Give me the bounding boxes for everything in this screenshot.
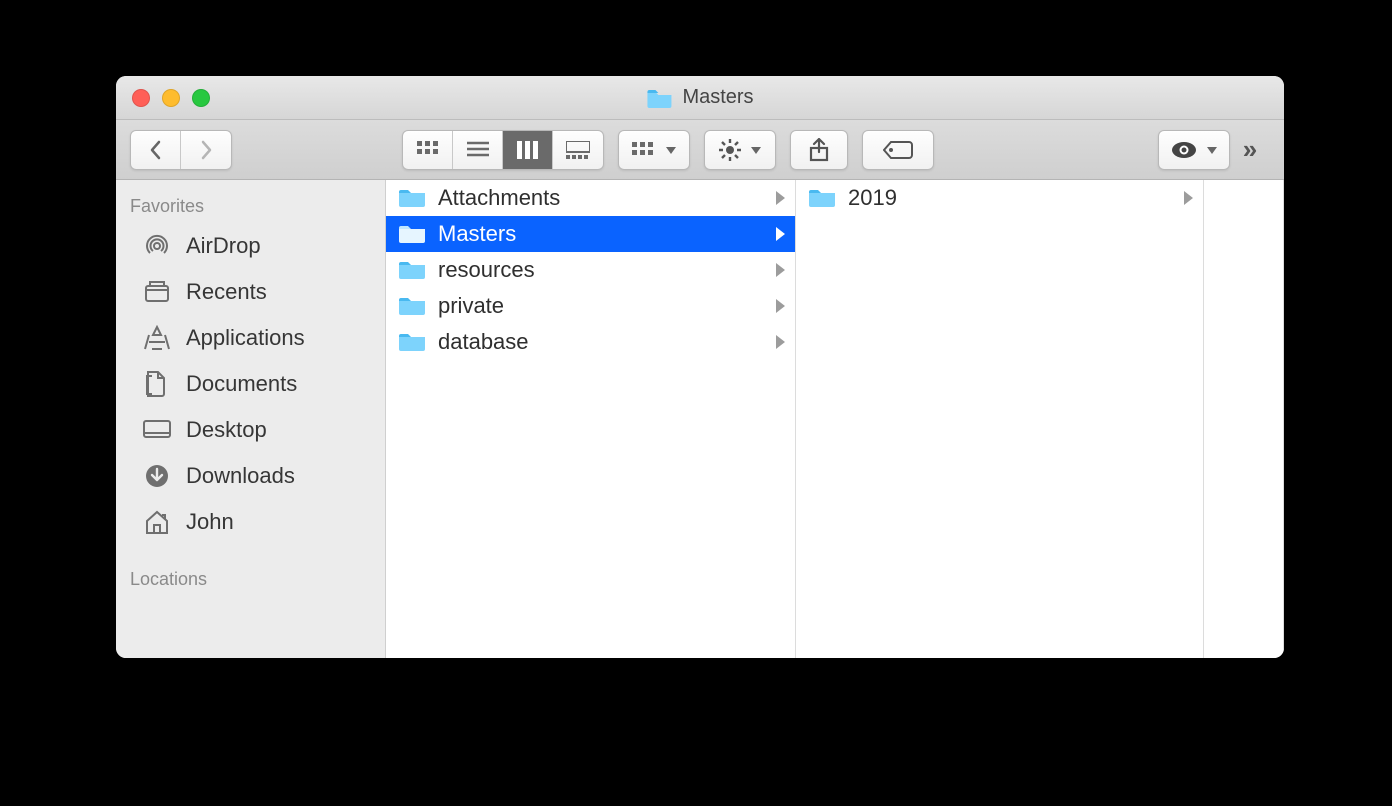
folder-row[interactable]: Masters <box>386 216 795 252</box>
tags-button[interactable] <box>863 131 933 169</box>
folder-label: Attachments <box>438 185 560 211</box>
chevron-down-icon <box>747 141 761 159</box>
sidebar-header-favorites: Favorites <box>116 190 385 223</box>
folder-icon <box>398 331 426 353</box>
arrange-button[interactable] <box>619 131 689 169</box>
sidebar-item-label: AirDrop <box>186 233 261 259</box>
close-window-button[interactable] <box>132 89 150 107</box>
toolbar-overflow-button[interactable]: » <box>1230 130 1270 170</box>
folder-icon <box>646 88 672 108</box>
folder-row[interactable]: 2019 <box>796 180 1203 216</box>
sidebar-item-label: Recents <box>186 279 267 305</box>
chevron-right-icon <box>776 227 785 241</box>
downloads-icon <box>142 463 172 489</box>
folder-label: resources <box>438 257 535 283</box>
column-view-button[interactable] <box>503 131 553 169</box>
window-body: Favorites AirDrop Recents Applications <box>116 180 1284 658</box>
sidebar-item-airdrop[interactable]: AirDrop <box>116 223 385 269</box>
sidebar-item-label: Documents <box>186 371 297 397</box>
chevron-right-icon <box>776 263 785 277</box>
recents-icon <box>142 279 172 305</box>
sidebar-item-label: Applications <box>186 325 305 351</box>
sidebar: Favorites AirDrop Recents Applications <box>116 180 386 658</box>
sidebar-item-documents[interactable]: Documents <box>116 361 385 407</box>
window-controls <box>132 89 210 107</box>
documents-icon <box>142 371 172 397</box>
action-group <box>704 130 776 170</box>
window-title: Masters <box>646 86 753 109</box>
gallery-view-button[interactable] <box>553 131 603 169</box>
sidebar-item-label: Downloads <box>186 463 295 489</box>
icon-view-button[interactable] <box>403 131 453 169</box>
quicklook-group <box>1158 130 1230 170</box>
folder-icon <box>398 223 426 245</box>
folder-row[interactable]: resources <box>386 252 795 288</box>
chevron-down-icon <box>1203 141 1217 159</box>
sidebar-item-label: Desktop <box>186 417 267 443</box>
toolbar: » <box>116 120 1284 180</box>
titlebar: Masters <box>116 76 1284 120</box>
nav-group <box>130 130 232 170</box>
airdrop-icon <box>142 233 172 259</box>
folder-row[interactable]: Attachments <box>386 180 795 216</box>
folder-row[interactable]: private <box>386 288 795 324</box>
tags-group <box>862 130 934 170</box>
folder-label: database <box>438 329 529 355</box>
chevron-right-icon <box>776 191 785 205</box>
chevron-down-icon <box>662 141 676 159</box>
chevron-right-icon <box>776 335 785 349</box>
column-browser: Attachments Masters resources private da… <box>386 180 1284 658</box>
minimize-window-button[interactable] <box>162 89 180 107</box>
folder-label: 2019 <box>848 185 897 211</box>
quicklook-button[interactable] <box>1159 131 1229 169</box>
window-title-text: Masters <box>682 86 753 109</box>
desktop-icon <box>142 417 172 443</box>
sidebar-item-applications[interactable]: Applications <box>116 315 385 361</box>
folder-icon <box>398 187 426 209</box>
chevron-right-icon <box>776 299 785 313</box>
home-icon <box>142 509 172 535</box>
action-button[interactable] <box>705 131 775 169</box>
list-view-button[interactable] <box>453 131 503 169</box>
finder-window: Masters <box>116 76 1284 658</box>
arrange-group <box>618 130 690 170</box>
column-1[interactable]: Attachments Masters resources private da… <box>386 180 796 658</box>
sidebar-item-home[interactable]: John <box>116 499 385 545</box>
sidebar-item-label: John <box>186 509 234 535</box>
back-button[interactable] <box>131 131 181 169</box>
sidebar-item-desktop[interactable]: Desktop <box>116 407 385 453</box>
folder-icon <box>398 259 426 281</box>
forward-button[interactable] <box>181 131 231 169</box>
chevron-right-icon <box>1184 191 1193 205</box>
sidebar-header-locations: Locations <box>116 563 385 596</box>
folder-icon <box>398 295 426 317</box>
share-group <box>790 130 848 170</box>
folder-row[interactable]: database <box>386 324 795 360</box>
applications-icon <box>142 325 172 351</box>
column-2[interactable]: 2019 <box>796 180 1204 658</box>
sidebar-item-downloads[interactable]: Downloads <box>116 453 385 499</box>
zoom-window-button[interactable] <box>192 89 210 107</box>
share-button[interactable] <box>791 131 847 169</box>
folder-label: private <box>438 293 504 319</box>
column-3[interactable] <box>1204 180 1284 658</box>
folder-label: Masters <box>438 221 516 247</box>
view-mode-group <box>402 130 604 170</box>
sidebar-item-recents[interactable]: Recents <box>116 269 385 315</box>
folder-icon <box>808 187 836 209</box>
